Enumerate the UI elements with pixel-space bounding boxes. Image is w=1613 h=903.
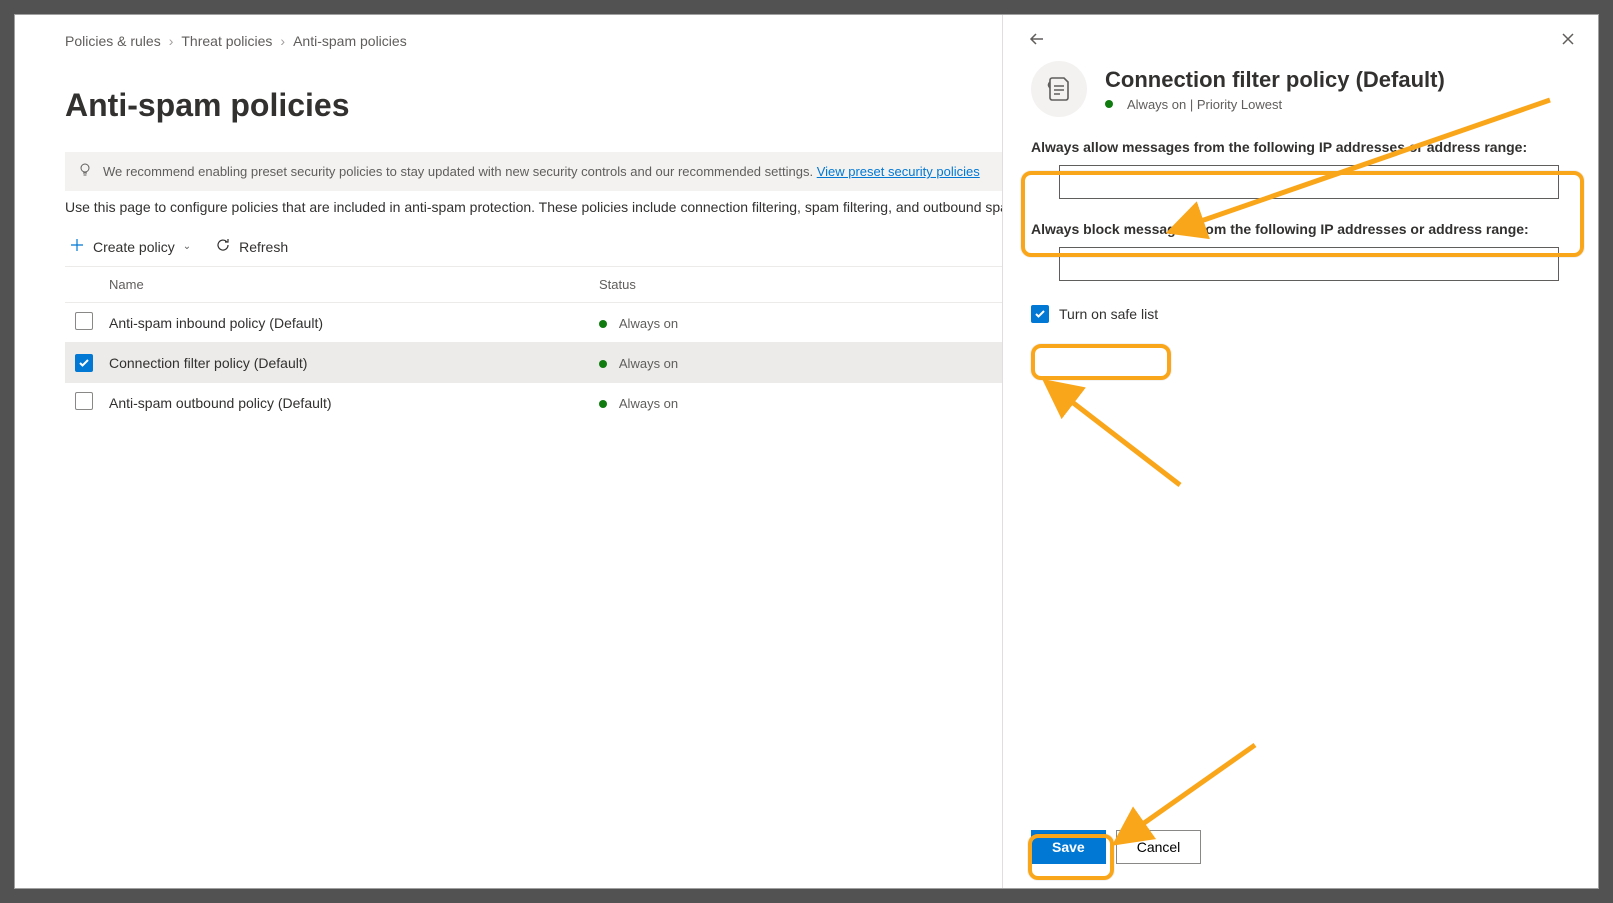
panel-footer: Save Cancel: [1003, 812, 1598, 888]
info-link[interactable]: View preset security policies: [817, 164, 980, 179]
close-button[interactable]: [1554, 25, 1582, 53]
status-indicator-icon: [599, 400, 607, 408]
chevron-down-icon: ⌄: [183, 241, 191, 252]
policy-name: Anti-spam outbound policy (Default): [109, 395, 599, 411]
save-button[interactable]: Save: [1031, 830, 1106, 864]
create-policy-button[interactable]: Create policy ⌄: [69, 237, 191, 256]
panel-title: Connection filter policy (Default): [1105, 67, 1445, 93]
panel-body: Always allow messages from the following…: [1003, 139, 1598, 812]
row-checkbox[interactable]: [75, 354, 93, 372]
policy-name: Anti-spam inbound policy (Default): [109, 315, 599, 331]
block-ip-group: Always block messages from the following…: [1031, 221, 1570, 281]
column-header-name[interactable]: Name: [109, 277, 599, 292]
row-checkbox[interactable]: [75, 312, 93, 330]
back-button[interactable]: [1023, 25, 1051, 53]
refresh-icon: [215, 237, 231, 256]
allow-ip-label: Always allow messages from the following…: [1031, 139, 1570, 155]
panel-topbar: [1003, 15, 1598, 53]
panel-header: Connection filter policy (Default) Alway…: [1003, 53, 1598, 139]
refresh-label: Refresh: [239, 239, 288, 255]
status-indicator-icon: [599, 320, 607, 328]
safelist-checkbox[interactable]: [1031, 305, 1049, 323]
policy-name: Connection filter policy (Default): [109, 355, 599, 371]
allow-ip-input[interactable]: [1059, 165, 1559, 199]
breadcrumb-item[interactable]: Threat policies: [181, 33, 272, 49]
status-text: Always on: [619, 396, 678, 411]
breadcrumb-item[interactable]: Anti-spam policies: [293, 33, 407, 49]
panel-subtitle-text: Always on | Priority Lowest: [1127, 97, 1282, 112]
plus-icon: [69, 237, 85, 256]
block-ip-input[interactable]: [1059, 247, 1559, 281]
details-panel: Connection filter policy (Default) Alway…: [1002, 15, 1598, 888]
breadcrumb-item[interactable]: Policies & rules: [65, 33, 161, 49]
row-checkbox[interactable]: [75, 392, 93, 410]
lightbulb-icon: [77, 162, 93, 181]
block-ip-label: Always block messages from the following…: [1031, 221, 1570, 237]
panel-subtitle: Always on | Priority Lowest: [1105, 97, 1445, 112]
cancel-button[interactable]: Cancel: [1116, 830, 1202, 864]
info-text: We recommend enabling preset security po…: [103, 164, 817, 179]
create-policy-label: Create policy: [93, 239, 175, 255]
status-text: Always on: [619, 316, 678, 331]
status-indicator-icon: [599, 360, 607, 368]
chevron-right-icon: ›: [169, 33, 174, 49]
app-window: Policies & rules › Threat policies › Ant…: [14, 14, 1599, 889]
refresh-button[interactable]: Refresh: [215, 237, 288, 256]
policy-icon: [1031, 61, 1087, 117]
chevron-right-icon: ›: [280, 33, 285, 49]
safelist-label: Turn on safe list: [1059, 306, 1158, 322]
status-text: Always on: [619, 356, 678, 371]
status-indicator-icon: [1105, 100, 1113, 108]
safelist-group: Turn on safe list: [1031, 303, 1570, 325]
allow-ip-group: Always allow messages from the following…: [1031, 139, 1570, 199]
